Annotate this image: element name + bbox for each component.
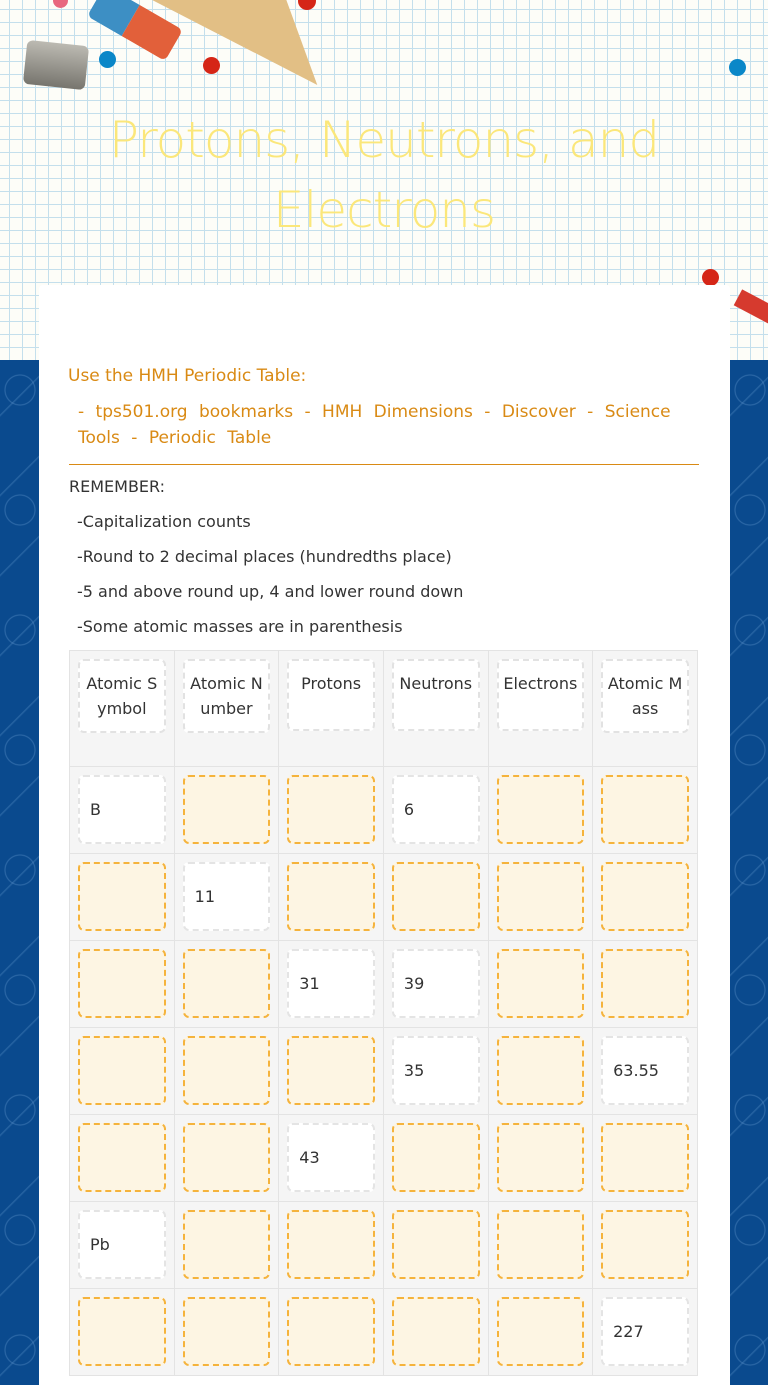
table-row: 43 xyxy=(69,1114,698,1202)
answer-input-protons[interactable] xyxy=(287,1210,375,1279)
answer-input-atomic-number[interactable] xyxy=(182,949,271,1018)
table-row: 11 xyxy=(69,853,698,941)
answer-input-protons[interactable] xyxy=(287,1297,375,1366)
table-row: 227 xyxy=(69,1288,698,1376)
instructions-heading: Use the HMH Periodic Table: xyxy=(68,366,307,386)
answer-input-atomic-number[interactable] xyxy=(182,775,271,844)
given-value-neutrons: 39 xyxy=(391,949,480,1018)
element-table: Atomic Symbol Atomic Number Protons Neut… xyxy=(69,650,698,1376)
answer-input-electrons[interactable] xyxy=(496,1036,585,1105)
answer-input-protons[interactable] xyxy=(287,862,375,931)
answer-input-neutrons[interactable] xyxy=(391,1123,480,1192)
answer-input-atomic-symbol[interactable] xyxy=(78,862,166,931)
answer-input-atomic-number[interactable] xyxy=(182,1210,271,1279)
header-neutrons: Neutrons xyxy=(391,659,480,731)
remember-item: -5 and above round up, 4 and lower round… xyxy=(77,582,464,601)
answer-input-protons[interactable] xyxy=(287,775,375,844)
given-value-atomic-symbol: Pb xyxy=(78,1210,166,1279)
answer-input-atomic-mass[interactable] xyxy=(601,1123,689,1192)
answer-input-atomic-symbol[interactable] xyxy=(78,949,166,1018)
given-value-atomic-mass: 227 xyxy=(601,1297,689,1366)
answer-input-electrons[interactable] xyxy=(496,1210,585,1279)
header-atomic-number: Atomic Number xyxy=(182,659,271,733)
answer-input-electrons[interactable] xyxy=(496,1123,585,1192)
header-protons: Protons xyxy=(287,659,375,731)
table-row: 35 63.55 xyxy=(69,1027,698,1115)
instructions-path: - tps501.org bookmarks - HMH Dimensions … xyxy=(78,402,671,448)
answer-input-electrons[interactable] xyxy=(496,1297,585,1366)
answer-input-atomic-mass[interactable] xyxy=(601,1210,689,1279)
blue-dot-decoration xyxy=(99,51,116,68)
table-row: B6 xyxy=(69,766,698,854)
remember-item: -Round to 2 decimal places (hundredths p… xyxy=(77,547,452,566)
given-value-protons: 43 xyxy=(287,1123,375,1192)
header-atomic-symbol: Atomic Symbol xyxy=(78,659,166,733)
answer-input-atomic-symbol[interactable] xyxy=(78,1036,166,1105)
answer-input-neutrons[interactable] xyxy=(391,1297,480,1366)
given-value-atomic-number: 11 xyxy=(182,862,271,931)
answer-input-atomic-number[interactable] xyxy=(182,1036,271,1105)
given-value-protons: 31 xyxy=(287,949,375,1018)
blue-dot-decoration xyxy=(729,59,746,76)
remember-section: REMEMBER: -Capitalization counts -Round … xyxy=(69,476,463,651)
left-pattern-border xyxy=(0,360,40,1380)
answer-input-atomic-mass[interactable] xyxy=(601,949,689,1018)
answer-input-electrons[interactable] xyxy=(496,775,585,844)
answer-input-electrons[interactable] xyxy=(496,949,585,1018)
remember-item: -Capitalization counts xyxy=(77,512,251,531)
header-electrons: Electrons xyxy=(496,659,585,731)
answer-input-neutrons[interactable] xyxy=(391,862,480,931)
table-row: Pb xyxy=(69,1201,698,1289)
given-value-atomic-mass: 63.55 xyxy=(601,1036,689,1105)
answer-input-protons[interactable] xyxy=(287,1036,375,1105)
page-title: Protons, Neutrons, and Electrons xyxy=(108,111,660,239)
answer-input-atomic-symbol[interactable] xyxy=(78,1297,166,1366)
header-atomic-mass: Atomic Mass xyxy=(601,659,689,733)
given-value-neutrons: 6 xyxy=(391,775,480,844)
sharpener-icon xyxy=(22,39,90,91)
table-row: 31 39 xyxy=(69,940,698,1028)
given-value-atomic-symbol: B xyxy=(78,775,166,844)
divider xyxy=(69,464,699,465)
answer-input-atomic-mass[interactable] xyxy=(601,862,689,931)
remember-item: -Some atomic masses are in parenthesis xyxy=(77,617,403,636)
right-pattern-border xyxy=(730,360,768,1380)
answer-input-atomic-number[interactable] xyxy=(182,1297,271,1366)
answer-input-neutrons[interactable] xyxy=(391,1210,480,1279)
instructions: Use the HMH Periodic Table: - tps501.org… xyxy=(68,363,700,451)
red-dot-decoration xyxy=(702,269,719,286)
table-header-row: Atomic Symbol Atomic Number Protons Neut… xyxy=(69,650,698,767)
answer-input-atomic-number[interactable] xyxy=(182,1123,271,1192)
given-value-neutrons: 35 xyxy=(391,1036,480,1105)
remember-heading: REMEMBER: xyxy=(69,477,166,496)
answer-input-electrons[interactable] xyxy=(496,862,585,931)
answer-input-atomic-mass[interactable] xyxy=(601,775,689,844)
answer-input-atomic-symbol[interactable] xyxy=(78,1123,166,1192)
